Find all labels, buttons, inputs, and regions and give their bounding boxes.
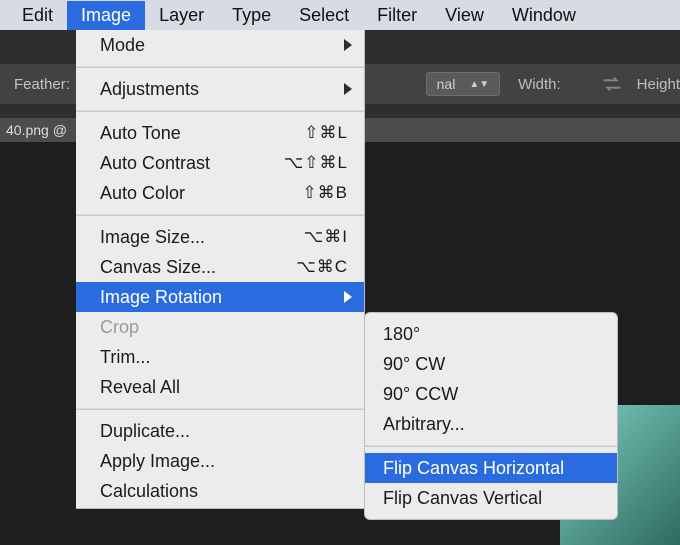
menu-item-label: Image Rotation	[100, 287, 222, 308]
menu-label: Type	[232, 5, 271, 25]
menu-item-shortcut: ⌥⇧⌘L	[210, 153, 348, 173]
menu-item-label: Image Size...	[100, 227, 205, 248]
menu-item-label: Auto Tone	[100, 123, 181, 144]
submenu-item-label: 90° CW	[383, 354, 445, 375]
style-dropdown[interactable]: nal ▲▼	[426, 72, 500, 96]
menu-item-auto-tone[interactable]: Auto Tone ⇧⌘L	[76, 118, 364, 148]
submenu-item-label: Flip Canvas Horizontal	[383, 458, 564, 479]
height-label: Height	[637, 76, 680, 93]
chevron-right-icon	[344, 291, 352, 303]
menu-item-label: Adjustments	[100, 79, 199, 100]
submenu-item-90cw[interactable]: 90° CW	[365, 349, 617, 379]
submenu-item-label: 90° CCW	[383, 384, 458, 405]
menu-item-label: Reveal All	[100, 377, 180, 398]
menu-item-shortcut: ⇧⌘B	[185, 183, 348, 203]
submenu-item-90ccw[interactable]: 90° CCW	[365, 379, 617, 409]
menu-view[interactable]: View	[431, 1, 498, 30]
submenu-item-label: 180°	[383, 324, 420, 345]
menu-type[interactable]: Type	[218, 1, 285, 30]
document-tab[interactable]: 40.png @	[6, 122, 67, 138]
menu-select[interactable]: Select	[285, 1, 363, 30]
menu-label: Select	[299, 5, 349, 25]
menu-item-label: Calculations	[100, 481, 198, 502]
menu-item-image-rotation[interactable]: Image Rotation	[76, 282, 364, 312]
menu-separator	[76, 66, 364, 68]
menu-label: Window	[512, 5, 576, 25]
menu-label: Layer	[159, 5, 204, 25]
menu-item-calculations[interactable]: Calculations	[76, 476, 364, 506]
menu-item-shortcut: ⌥⌘I	[205, 227, 348, 247]
submenu-item-label: Arbitrary...	[383, 414, 465, 435]
submenu-item-label: Flip Canvas Vertical	[383, 488, 542, 509]
image-rotation-submenu: 180° 90° CW 90° CCW Arbitrary... Flip Ca…	[364, 312, 618, 520]
menu-item-trim[interactable]: Trim...	[76, 342, 364, 372]
menu-layer[interactable]: Layer	[145, 1, 218, 30]
submenu-item-180[interactable]: 180°	[365, 319, 617, 349]
menu-item-label: Apply Image...	[100, 451, 215, 472]
submenu-item-flip-horizontal[interactable]: Flip Canvas Horizontal	[365, 453, 617, 483]
menubar: Edit Image Layer Type Select Filter View…	[0, 0, 680, 30]
menu-item-label: Crop	[100, 317, 139, 338]
menu-item-label: Auto Contrast	[100, 153, 210, 174]
menu-item-label: Duplicate...	[100, 421, 190, 442]
menu-item-label: Trim...	[100, 347, 150, 368]
menu-separator	[76, 408, 364, 410]
menu-item-label: Mode	[100, 35, 145, 56]
menu-item-mode[interactable]: Mode	[76, 30, 364, 60]
feather-label: Feather:	[14, 76, 70, 93]
chevron-right-icon	[344, 83, 352, 95]
swap-icon[interactable]	[601, 76, 623, 92]
menu-item-shortcut: ⌥⌘C	[216, 257, 348, 277]
menu-item-label: Auto Color	[100, 183, 185, 204]
style-dropdown-value: nal	[437, 76, 456, 92]
submenu-item-flip-vertical[interactable]: Flip Canvas Vertical	[365, 483, 617, 513]
menu-label: Filter	[377, 5, 417, 25]
menu-filter[interactable]: Filter	[363, 1, 431, 30]
menu-item-auto-contrast[interactable]: Auto Contrast ⌥⇧⌘L	[76, 148, 364, 178]
menu-item-image-size[interactable]: Image Size... ⌥⌘I	[76, 222, 364, 252]
submenu-item-arbitrary[interactable]: Arbitrary...	[365, 409, 617, 439]
menu-label: View	[445, 5, 484, 25]
menu-item-duplicate[interactable]: Duplicate...	[76, 416, 364, 446]
menu-item-auto-color[interactable]: Auto Color ⇧⌘B	[76, 178, 364, 208]
menu-item-apply-image[interactable]: Apply Image...	[76, 446, 364, 476]
menu-window[interactable]: Window	[498, 1, 590, 30]
chevron-right-icon	[344, 39, 352, 51]
menu-item-reveal-all[interactable]: Reveal All	[76, 372, 364, 402]
menu-label: Image	[81, 5, 131, 25]
menu-item-crop: Crop	[76, 312, 364, 342]
menu-label: Edit	[22, 5, 53, 25]
submenu-separator	[365, 445, 617, 447]
menu-item-shortcut: ⇧⌘L	[181, 123, 348, 143]
menu-item-canvas-size[interactable]: Canvas Size... ⌥⌘C	[76, 252, 364, 282]
chevron-up-down-icon: ▲▼	[469, 79, 489, 90]
menu-item-label: Canvas Size...	[100, 257, 216, 278]
menu-edit[interactable]: Edit	[8, 1, 67, 30]
image-menu-dropdown: Mode Adjustments Auto Tone ⇧⌘L Auto Cont…	[76, 30, 365, 509]
menu-item-adjustments[interactable]: Adjustments	[76, 74, 364, 104]
menu-image[interactable]: Image	[67, 1, 145, 30]
menu-separator	[76, 214, 364, 216]
menu-separator	[76, 110, 364, 112]
width-label: Width:	[518, 76, 561, 93]
